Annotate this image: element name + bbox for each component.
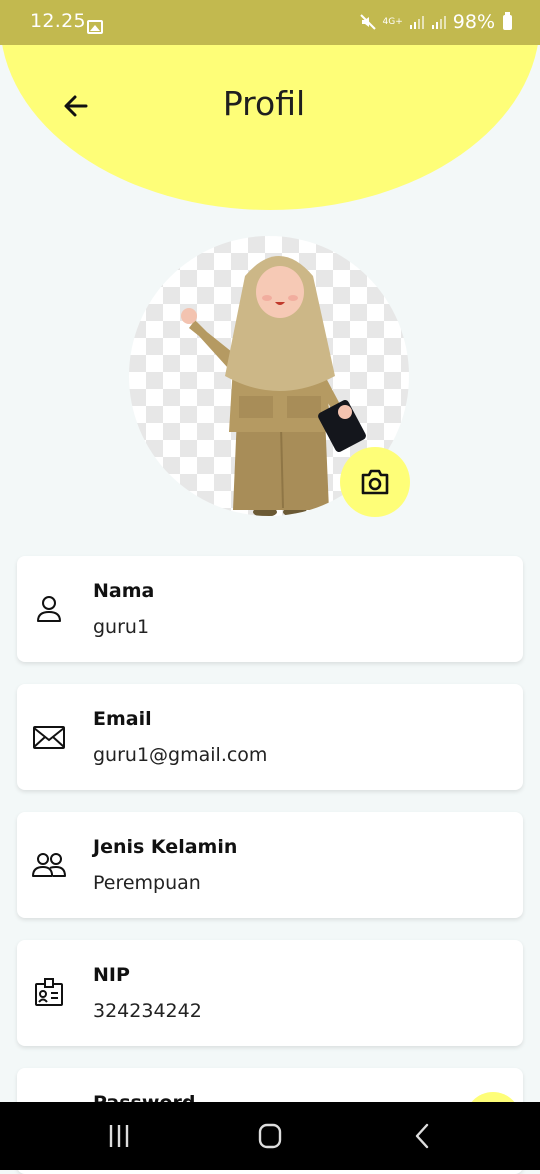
person-icon bbox=[37, 596, 61, 622]
network-type: 4G+ bbox=[382, 16, 403, 27]
field-value: guru1@gmail.com bbox=[93, 744, 268, 766]
mute-icon bbox=[359, 14, 376, 30]
gallery-notification-icon bbox=[87, 20, 103, 34]
change-photo-button[interactable] bbox=[340, 447, 410, 517]
home-icon bbox=[258, 1123, 282, 1149]
field-value: Perempuan bbox=[93, 872, 201, 894]
profile-field-gender[interactable]: Jenis Kelamin Perempuan bbox=[17, 812, 523, 918]
status-indicators: 4G+ 98% bbox=[359, 10, 512, 34]
field-label: Nama bbox=[93, 580, 155, 602]
signal-icon bbox=[409, 16, 424, 29]
battery-icon bbox=[503, 11, 512, 30]
recent-apps-button[interactable] bbox=[100, 1120, 140, 1152]
people-icon bbox=[32, 853, 66, 877]
recent-apps-icon bbox=[109, 1125, 129, 1147]
system-nav-bar bbox=[0, 1102, 540, 1170]
camera-icon bbox=[361, 469, 389, 495]
field-value: 324234242 bbox=[93, 1000, 202, 1022]
home-button[interactable] bbox=[250, 1120, 290, 1152]
id-badge-icon bbox=[35, 978, 63, 1006]
page-title: Profil bbox=[222, 84, 306, 123]
status-bar: 12.25 4G+ 98% bbox=[0, 0, 540, 45]
profile-field-name[interactable]: Nama guru1 bbox=[17, 556, 523, 662]
back-nav-button[interactable] bbox=[402, 1120, 442, 1152]
chevron-left-icon bbox=[415, 1123, 429, 1149]
field-value: guru1 bbox=[93, 616, 150, 638]
profile-field-email[interactable]: Email guru1@gmail.com bbox=[17, 684, 523, 790]
field-label: Email bbox=[93, 708, 152, 730]
envelope-icon bbox=[33, 726, 65, 749]
battery-percent: 98% bbox=[452, 11, 495, 33]
status-time: 12.25 bbox=[30, 10, 86, 32]
field-label: NIP bbox=[93, 964, 130, 986]
field-label: Jenis Kelamin bbox=[93, 836, 238, 858]
profile-field-nip[interactable]: NIP 324234242 bbox=[17, 940, 523, 1046]
signal-icon-2 bbox=[431, 16, 446, 29]
